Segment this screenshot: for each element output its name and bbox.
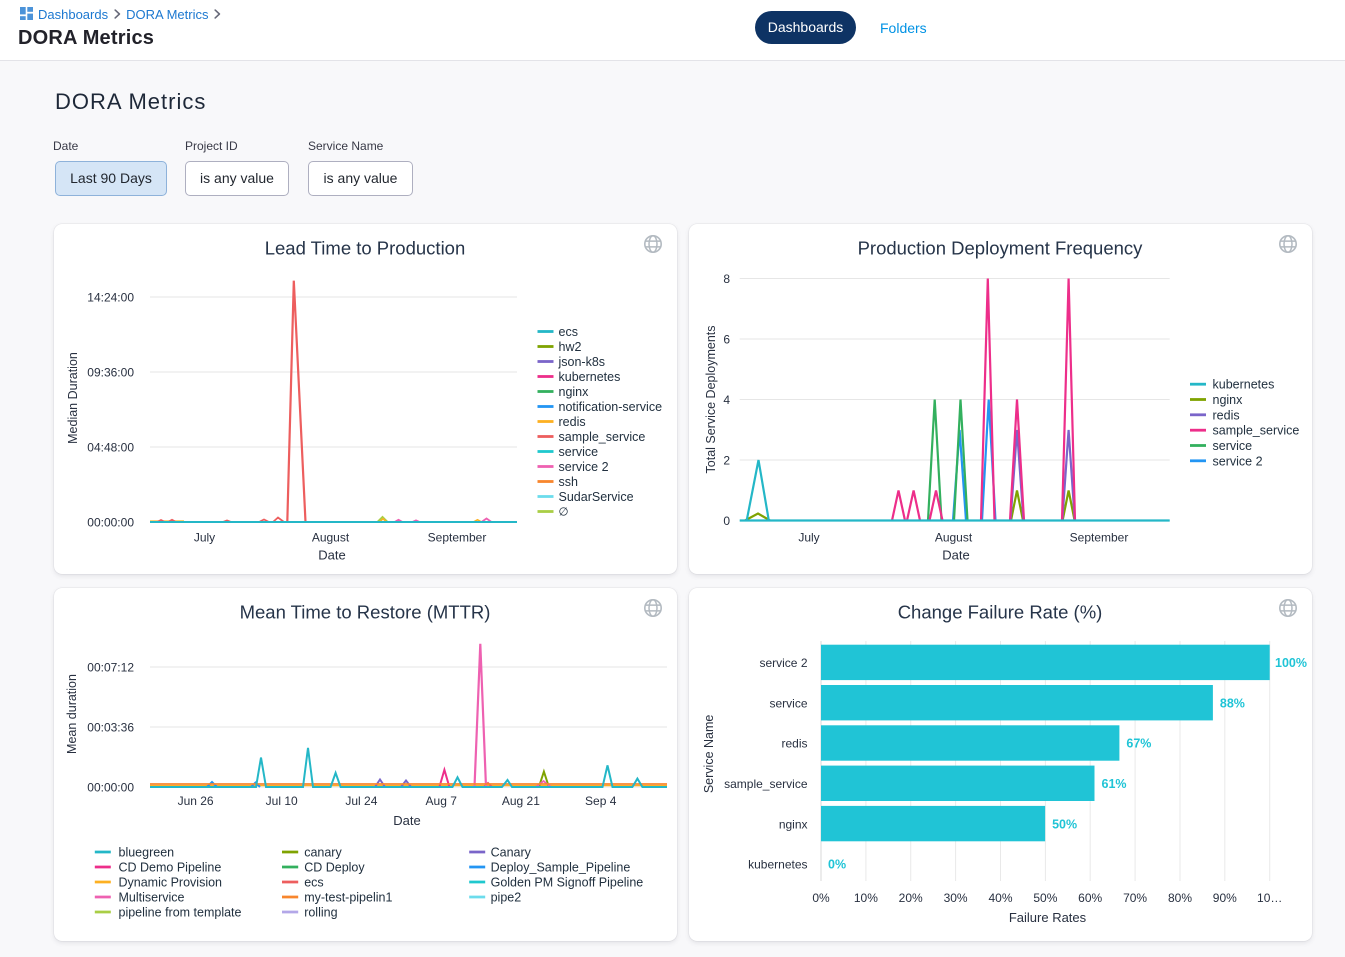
svg-text:0%: 0% — [812, 891, 830, 905]
svg-text:redis: redis — [1213, 408, 1240, 422]
svg-text:pipe2: pipe2 — [491, 891, 522, 905]
svg-text:40%: 40% — [988, 891, 1012, 905]
svg-text:0: 0 — [723, 514, 730, 528]
svg-text:Sep 4: Sep 4 — [585, 794, 617, 808]
svg-text:September: September — [428, 531, 487, 545]
svg-text:80%: 80% — [1168, 891, 1192, 905]
svg-text:Jul 24: Jul 24 — [345, 794, 377, 808]
svg-text:Deploy_Sample_Pipeline: Deploy_Sample_Pipeline — [491, 861, 631, 875]
svg-text:redis: redis — [559, 415, 586, 429]
svg-text:0%: 0% — [828, 858, 846, 872]
svg-text:Aug 7: Aug 7 — [426, 794, 458, 808]
svg-text:Canary: Canary — [491, 846, 532, 860]
svg-text:September: September — [1070, 531, 1129, 545]
svg-text:CD Demo Pipeline: CD Demo Pipeline — [119, 861, 222, 875]
svg-text:Multiservice: Multiservice — [119, 891, 185, 905]
svg-text:00:00:00: 00:00:00 — [87, 781, 134, 795]
svg-text:67%: 67% — [1126, 737, 1151, 751]
svg-text:August: August — [935, 531, 973, 545]
svg-text:88%: 88% — [1220, 696, 1245, 710]
svg-text:Aug 21: Aug 21 — [502, 794, 540, 808]
svg-text:Mean duration: Mean duration — [65, 674, 79, 754]
svg-text:00:00:00: 00:00:00 — [87, 516, 134, 530]
svg-text:July: July — [798, 531, 819, 545]
svg-text:6: 6 — [723, 333, 730, 347]
svg-text:kubernetes: kubernetes — [1213, 378, 1275, 392]
svg-text:kubernetes: kubernetes — [559, 370, 621, 384]
svg-text:Jul 10: Jul 10 — [266, 794, 298, 808]
svg-text:04:48:00: 04:48:00 — [87, 441, 134, 455]
svg-text:61%: 61% — [1102, 777, 1127, 791]
svg-text:2: 2 — [723, 454, 730, 468]
svg-text:sample_service: sample_service — [1213, 424, 1300, 438]
svg-text:Golden PM Signoff Pipeline: Golden PM Signoff Pipeline — [491, 876, 644, 890]
svg-text:pipeline from template: pipeline from template — [119, 906, 242, 920]
svg-text:14:24:00: 14:24:00 — [87, 291, 134, 305]
svg-text:rolling: rolling — [304, 906, 337, 920]
svg-text:Lead Time to Production: Lead Time to Production — [265, 238, 466, 259]
svg-text:Median Duration: Median Duration — [66, 352, 80, 444]
svg-text:10…: 10… — [1257, 891, 1282, 905]
svg-text:50%: 50% — [1033, 891, 1057, 905]
svg-text:service 2: service 2 — [559, 460, 609, 474]
svg-text:Date: Date — [393, 813, 420, 828]
svg-text:4: 4 — [723, 393, 730, 407]
svg-text:50%: 50% — [1052, 817, 1077, 831]
svg-text:my-test-pipelin1: my-test-pipelin1 — [304, 891, 392, 905]
svg-text:service: service — [769, 696, 807, 710]
svg-text:service: service — [1213, 439, 1253, 453]
svg-text:sample_service: sample_service — [559, 430, 646, 444]
svg-text:nginx: nginx — [779, 817, 808, 831]
svg-text:service: service — [559, 445, 599, 459]
svg-text:Service Name: Service Name — [702, 715, 716, 794]
svg-text:Dynamic Provision: Dynamic Provision — [119, 876, 223, 890]
svg-text:service 2: service 2 — [1213, 454, 1263, 468]
svg-text:09:36:00: 09:36:00 — [87, 366, 134, 380]
svg-text:sample_service: sample_service — [724, 777, 808, 791]
svg-text:70%: 70% — [1123, 891, 1147, 905]
svg-text:Date: Date — [942, 548, 969, 563]
svg-text:00:07:12: 00:07:12 — [87, 661, 134, 675]
svg-text:Production Deployment Frequenc: Production Deployment Frequency — [858, 238, 1144, 259]
svg-text:8: 8 — [723, 272, 730, 286]
svg-text:30%: 30% — [944, 891, 968, 905]
svg-text:Mean Time to Restore (MTTR): Mean Time to Restore (MTTR) — [240, 602, 491, 623]
svg-text:Date: Date — [318, 548, 345, 563]
svg-text:SudarService: SudarService — [559, 490, 634, 504]
svg-text:nginx: nginx — [1213, 393, 1244, 407]
svg-text:bluegreen: bluegreen — [119, 846, 175, 860]
svg-text:60%: 60% — [1078, 891, 1102, 905]
svg-text:∅: ∅ — [559, 507, 569, 519]
svg-text:notification-service: notification-service — [559, 400, 663, 414]
svg-text:ecs: ecs — [559, 325, 578, 339]
svg-text:redis: redis — [781, 737, 807, 751]
svg-text:kubernetes: kubernetes — [748, 858, 807, 872]
svg-text:service 2: service 2 — [759, 656, 807, 670]
svg-text:August: August — [312, 531, 350, 545]
svg-text:90%: 90% — [1213, 891, 1237, 905]
svg-text:00:03:36: 00:03:36 — [87, 721, 134, 735]
svg-text:Jun 26: Jun 26 — [178, 794, 214, 808]
svg-text:canary: canary — [304, 846, 342, 860]
svg-text:July: July — [194, 531, 215, 545]
svg-text:ssh: ssh — [559, 475, 579, 489]
svg-text:10%: 10% — [854, 891, 878, 905]
svg-text:nginx: nginx — [559, 385, 590, 399]
svg-text:hw2: hw2 — [559, 340, 582, 354]
svg-text:Change Failure Rate (%): Change Failure Rate (%) — [898, 602, 1103, 623]
svg-text:Failure Rates: Failure Rates — [1009, 910, 1087, 925]
svg-text:ecs: ecs — [304, 876, 323, 890]
svg-text:CD Deploy: CD Deploy — [304, 861, 365, 875]
svg-text:json-k8s: json-k8s — [558, 355, 606, 369]
svg-text:100%: 100% — [1275, 656, 1307, 670]
svg-text:20%: 20% — [899, 891, 923, 905]
svg-text:Total Service Deployments: Total Service Deployments — [704, 326, 718, 474]
